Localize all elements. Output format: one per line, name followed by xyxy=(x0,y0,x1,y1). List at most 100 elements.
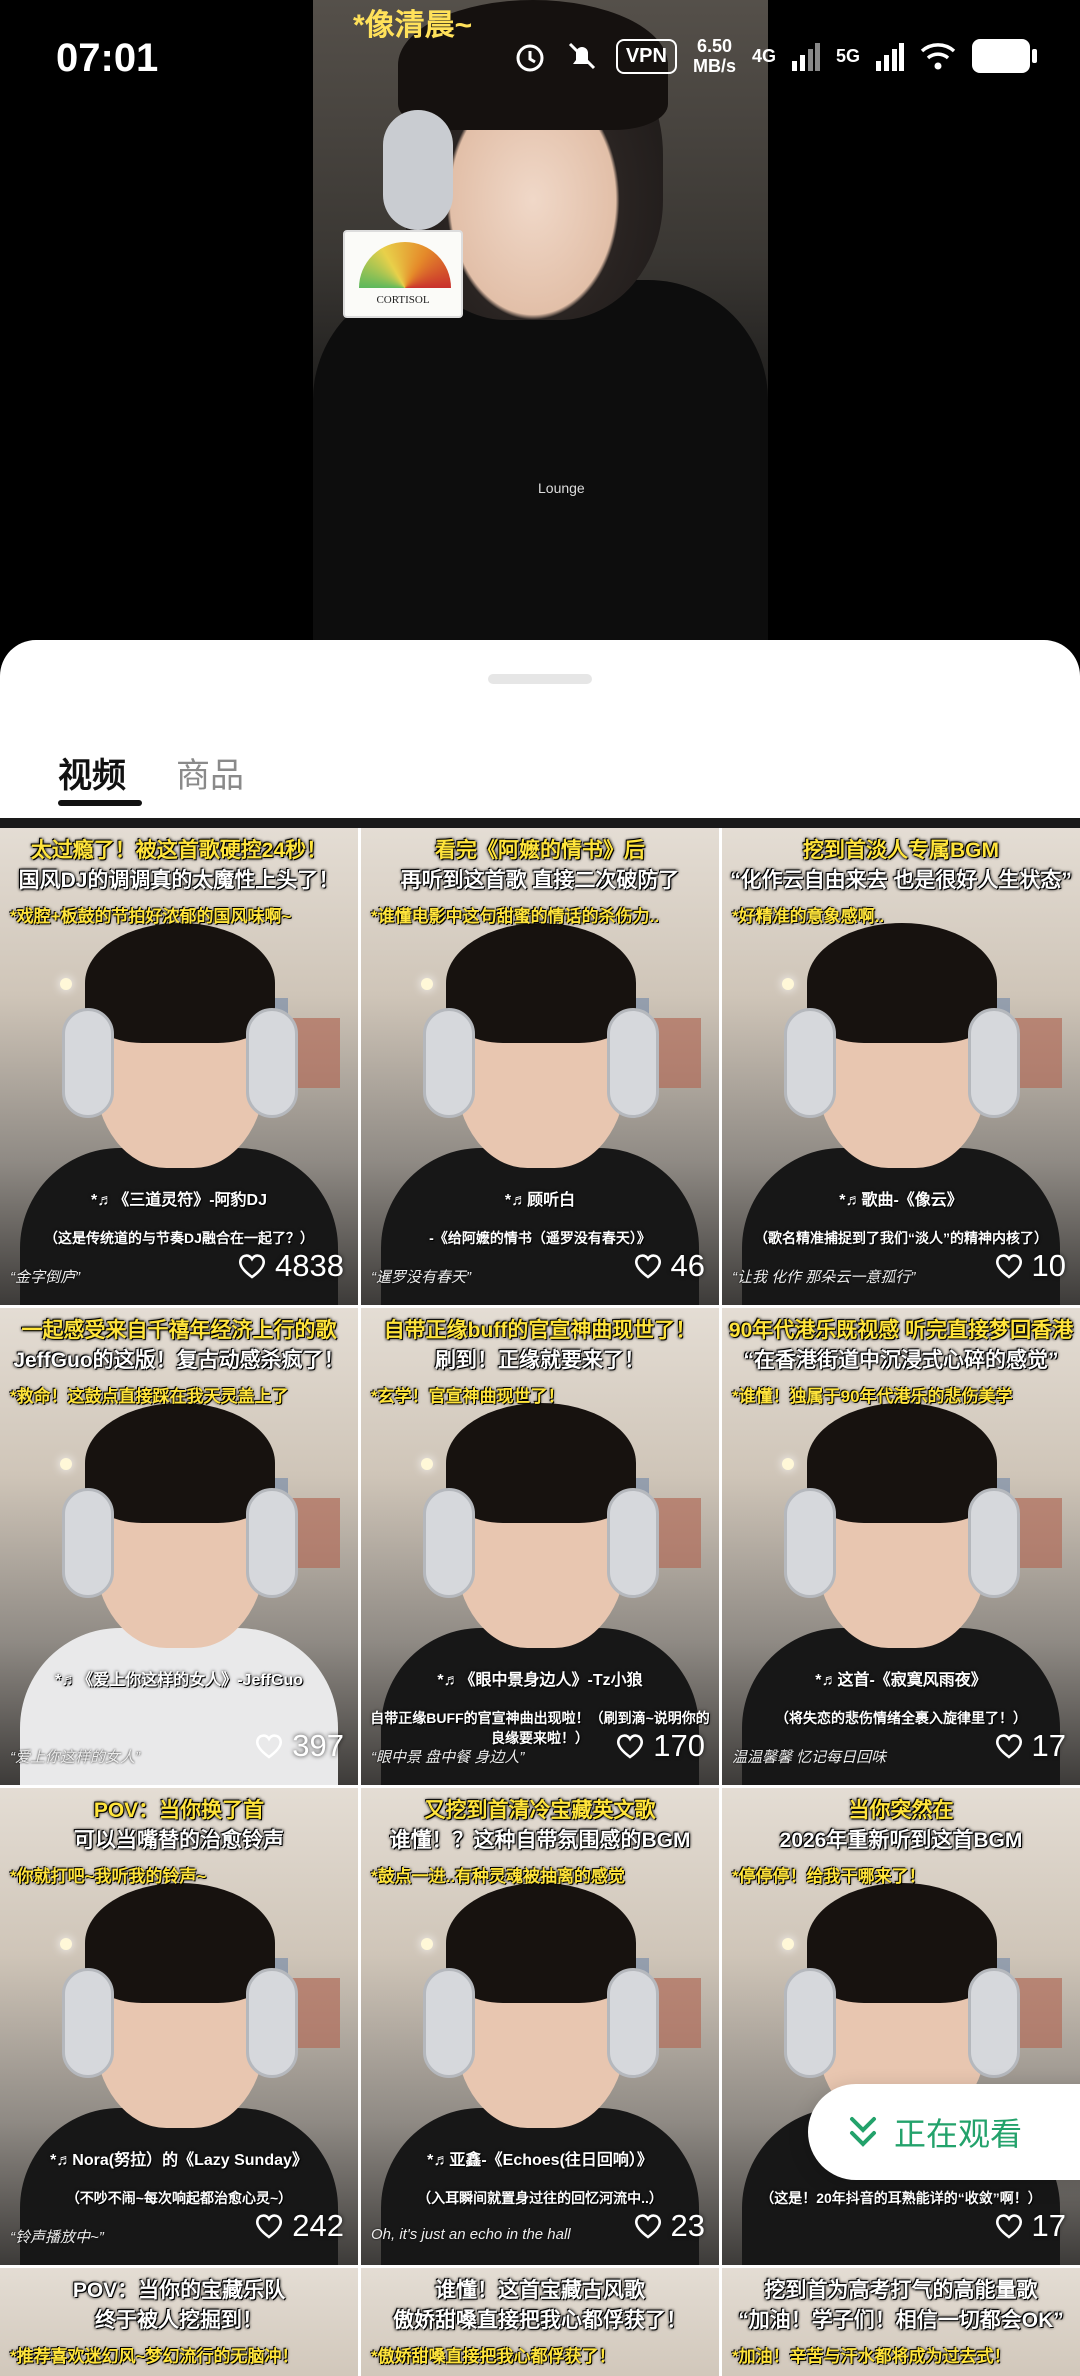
song-title: *♬《眼中景身边人》-Tz小狼 xyxy=(437,1672,643,1689)
speed-value: 6.50 xyxy=(696,36,732,56)
lyric-caption: “让我 化作 那朵云一意孤行” xyxy=(732,1269,916,1286)
heart-icon xyxy=(256,1734,283,1759)
video-thumbnail[interactable]: 看完《阿嬷的情书》后再听到这首歌 直接二次破防了 *谁懂电影中这句甜蜜的情话的杀伤… xyxy=(361,828,719,1305)
video-thumbnail[interactable]: 谁懂！这首宝藏古风歌 傲娇甜嗓直接把我心都俘获了！ *傲娇甜嗓直接把我心都俘获了！ xyxy=(361,2268,719,2376)
video-thumbnail[interactable]: POV：当你的宝藏乐队 终于被人挖掘到！ *推荐喜欢迷幻风~梦幻流行的无脑冲！ xyxy=(0,2268,358,2376)
like-count-value: 10 xyxy=(1031,1248,1066,1283)
headline-line-1: 看完《阿嬷的情书》后 xyxy=(435,839,645,862)
thumbnail-headline: 太过瘾了！被这首歌硬控24秒！ 国风DJ的调调真的太魔性上头了！ xyxy=(0,836,358,896)
tab-bar: 视频 商品 xyxy=(58,748,244,797)
song-note: （不吵不闹~每次响起都治愈心灵~） xyxy=(65,2190,293,2206)
headline-line-1: 又挖到首清冷宝藏英文歌 xyxy=(424,1799,656,1822)
video-thumbnail[interactable]: 又挖到首清冷宝藏英文歌谁懂！？这种自带氛围感的BGM *鼓点一进..有种灵魂被抽离… xyxy=(361,1788,719,2265)
headphone-left xyxy=(62,1488,114,1598)
sheet-drag-handle[interactable] xyxy=(488,674,592,684)
video-thumbnail[interactable]: POV：当你换了首 可以当嘴替的治愈铃声 *你就打吧~我听我的铃声~ *♬Nora(努… xyxy=(0,1788,358,2265)
ceiling-lamp xyxy=(60,1938,72,1950)
lyric-caption: “爱上你这样的女人” xyxy=(10,1749,140,1766)
headphone-left xyxy=(423,1968,475,2078)
headline-line-2: 再听到这首歌 直接二次破防了 xyxy=(400,869,680,892)
now-watching-label: 正在观看 xyxy=(894,2116,1023,2152)
cortisol-gauge-sticker: CORTISOL xyxy=(343,230,463,318)
thumbnail-subcaption: *你就打吧~我听我的铃声~ xyxy=(10,1867,207,1886)
song-note: （歌名精准捕捉到了我们“淡人”的精神内核了） xyxy=(754,1230,1048,1246)
video-thumbnail[interactable]: 一起感受来自千禧年经济上行的歌 JeffGuo的这版！复古动感杀疯了！ *救命！这鼓… xyxy=(0,1308,358,1785)
ceiling-lamp xyxy=(421,1458,433,1470)
headphone-right xyxy=(607,1008,659,1118)
thumbnail-subcaption: *谁懂电影中这句甜蜜的情话的杀伤力.. xyxy=(371,907,660,926)
video-thumbnail[interactable]: 挖到首淡人专属BGM “化作云自由来去 也是很好人生状态” *好精准的意象感啊.. *… xyxy=(722,828,1080,1305)
like-count: 46 xyxy=(633,1248,705,1284)
tab-products[interactable]: 商品 xyxy=(176,748,244,797)
like-count-value: 46 xyxy=(670,1248,705,1283)
partial-row-above xyxy=(0,818,1080,828)
like-count: 17 xyxy=(994,1728,1066,1764)
headphone-right xyxy=(246,1968,298,2078)
song-title: *♬歌曲-《像云》 xyxy=(839,1192,963,1209)
thumbnail-subcaption: *谁懂！独属于90年代港乐的悲伤美学 xyxy=(732,1387,1013,1406)
wifi-icon xyxy=(920,43,956,70)
headline-line-1: 太过瘾了！被这首歌硬控24秒！ xyxy=(30,839,328,862)
song-title: *♬《爱上你这样的女人》-JeffGuo xyxy=(54,1672,303,1689)
now-watching-button[interactable]: 正在观看 xyxy=(808,2084,1080,2180)
heart-icon xyxy=(256,2214,283,2239)
headphone-left xyxy=(62,1008,114,1118)
ceiling-lamp xyxy=(421,1938,433,1950)
headline-line-2: “在香港街道中沉浸式心碎的感觉” xyxy=(743,1349,1059,1372)
like-count-value: 397 xyxy=(292,1728,344,1763)
ceiling-lamp xyxy=(782,1458,794,1470)
thumbnail-subcaption: *鼓点一进..有种灵魂被抽离的感觉 xyxy=(371,1867,626,1886)
video-thumbnail[interactable]: 太过瘾了！被这首歌硬控24秒！ 国风DJ的调调真的太魔性上头了！ *戏腔+板鼓的节拍… xyxy=(0,828,358,1305)
thumbnail-subcaption: *戏腔+板鼓的节拍好浓郁的国风味啊~ xyxy=(10,907,292,926)
like-count-value: 4838 xyxy=(275,1248,344,1283)
lyric-caption: 温温馨馨 忆记每日回味 xyxy=(732,1749,887,1766)
headline-line-2: 刷到！正缘就要来了！ xyxy=(435,1349,645,1372)
headline-line-2: 可以当嘴替的治愈铃声 xyxy=(74,1829,284,1852)
network-5g: 5G xyxy=(835,45,860,66)
thumbnail-subcaption: *好精准的意象感啊.. xyxy=(732,907,885,926)
song-title: *♬亚鑫-《Echoes(往日回响）》 xyxy=(427,2152,653,2169)
status-icons: VPN 6.50 MB/s 4G 5G xyxy=(512,36,1037,76)
video-thumbnail[interactable]: 90年代港乐既视感 听完直接梦回香港 “在香港街道中沉浸式心碎的感觉” *谁懂！独属… xyxy=(722,1308,1080,1785)
ceiling-lamp xyxy=(60,1458,72,1470)
heart-icon xyxy=(995,1254,1022,1279)
headphone-left xyxy=(62,1968,114,2078)
thumbnail-headline: 当你突然在 2026年重新听到这首BGM xyxy=(722,1796,1080,1856)
headphone-right xyxy=(968,1488,1020,1598)
thumbnail-subcaption: *傲娇甜嗓直接把我心都俘获了！ xyxy=(371,2347,616,2366)
video-thumbnail[interactable]: 挖到首为高考打气的高能量歌 “加油！学子们！相信一切都会OK” *加油！辛苦与汗水都… xyxy=(722,2268,1080,2376)
headphone-right xyxy=(607,1968,659,2078)
vpn-badge: VPN xyxy=(615,38,677,74)
like-count: 170 xyxy=(615,1728,705,1764)
song-title: *♬这首-《寂寞风雨夜》 xyxy=(815,1672,987,1689)
headline-line-2: 谁懂！？这种自带氛围感的BGM xyxy=(389,1829,691,1852)
thumbnail-subcaption: *推荐喜欢迷幻风~梦幻流行的无脑冲！ xyxy=(10,2347,299,2366)
headline-line-1: 挖到首为高考打气的高能量歌 xyxy=(764,2279,1038,2302)
battery-icon xyxy=(972,39,1037,73)
video-thumbnail[interactable]: 当你突然在2026年重新听到这首BGM*停停停！给我干哪来了！*♬收敛（这是！2… xyxy=(722,1788,1080,2265)
heart-icon xyxy=(634,2214,661,2239)
headline-line-1: 谁懂！这首宝藏古风歌 xyxy=(435,2279,645,2302)
headline-line-2: JeffGuo的这版！复古动感杀疯了！ xyxy=(13,1349,345,1372)
tab-videos[interactable]: 视频 xyxy=(58,748,126,797)
video-thumbnail[interactable]: 自带正缘buff的官宣神曲现世了！ 刷到！正缘就要来了！ *玄学！官宣神曲现世了！ *… xyxy=(361,1308,719,1785)
heart-icon xyxy=(239,1254,266,1279)
active-tab-indicator xyxy=(58,800,142,806)
headphone-left xyxy=(423,1008,475,1118)
headphone-right xyxy=(246,1008,298,1118)
song-note: （这是传统道的与节奏DJ融合在一起了？） xyxy=(44,1230,314,1246)
speed-unit: MB/s xyxy=(692,56,736,76)
shirt-logo: Lounge xyxy=(538,480,585,496)
like-count-value: 23 xyxy=(670,2208,705,2243)
thumbnail-headline: 90年代港乐既视感 听完直接梦回香港 “在香港街道中沉浸式心碎的感觉” xyxy=(722,1316,1080,1376)
heart-icon xyxy=(995,1734,1022,1759)
thumbnail-subcaption: *加油！辛苦与汗水都将成为过去式！ xyxy=(732,2347,1011,2366)
headline-line-1: POV：当你换了首 xyxy=(93,1799,265,1822)
like-count: 397 xyxy=(254,1728,344,1764)
song-title: *♬Nora(努拉）的《Lazy Sunday》 xyxy=(50,2152,308,2169)
headline-line-1: POV：当你的宝藏乐队 xyxy=(72,2279,286,2302)
like-count: 242 xyxy=(254,2208,344,2244)
video-grid-rows: 太过瘾了！被这首歌硬控24秒！ 国风DJ的调调真的太魔性上头了！ *戏腔+板鼓的节拍… xyxy=(0,828,1080,2265)
thumbnail-headline: 又挖到首清冷宝藏英文歌谁懂！？这种自带氛围感的BGM xyxy=(361,1796,719,1856)
headline-line-1: 90年代港乐既视感 听完直接梦回香港 xyxy=(728,1319,1074,1342)
